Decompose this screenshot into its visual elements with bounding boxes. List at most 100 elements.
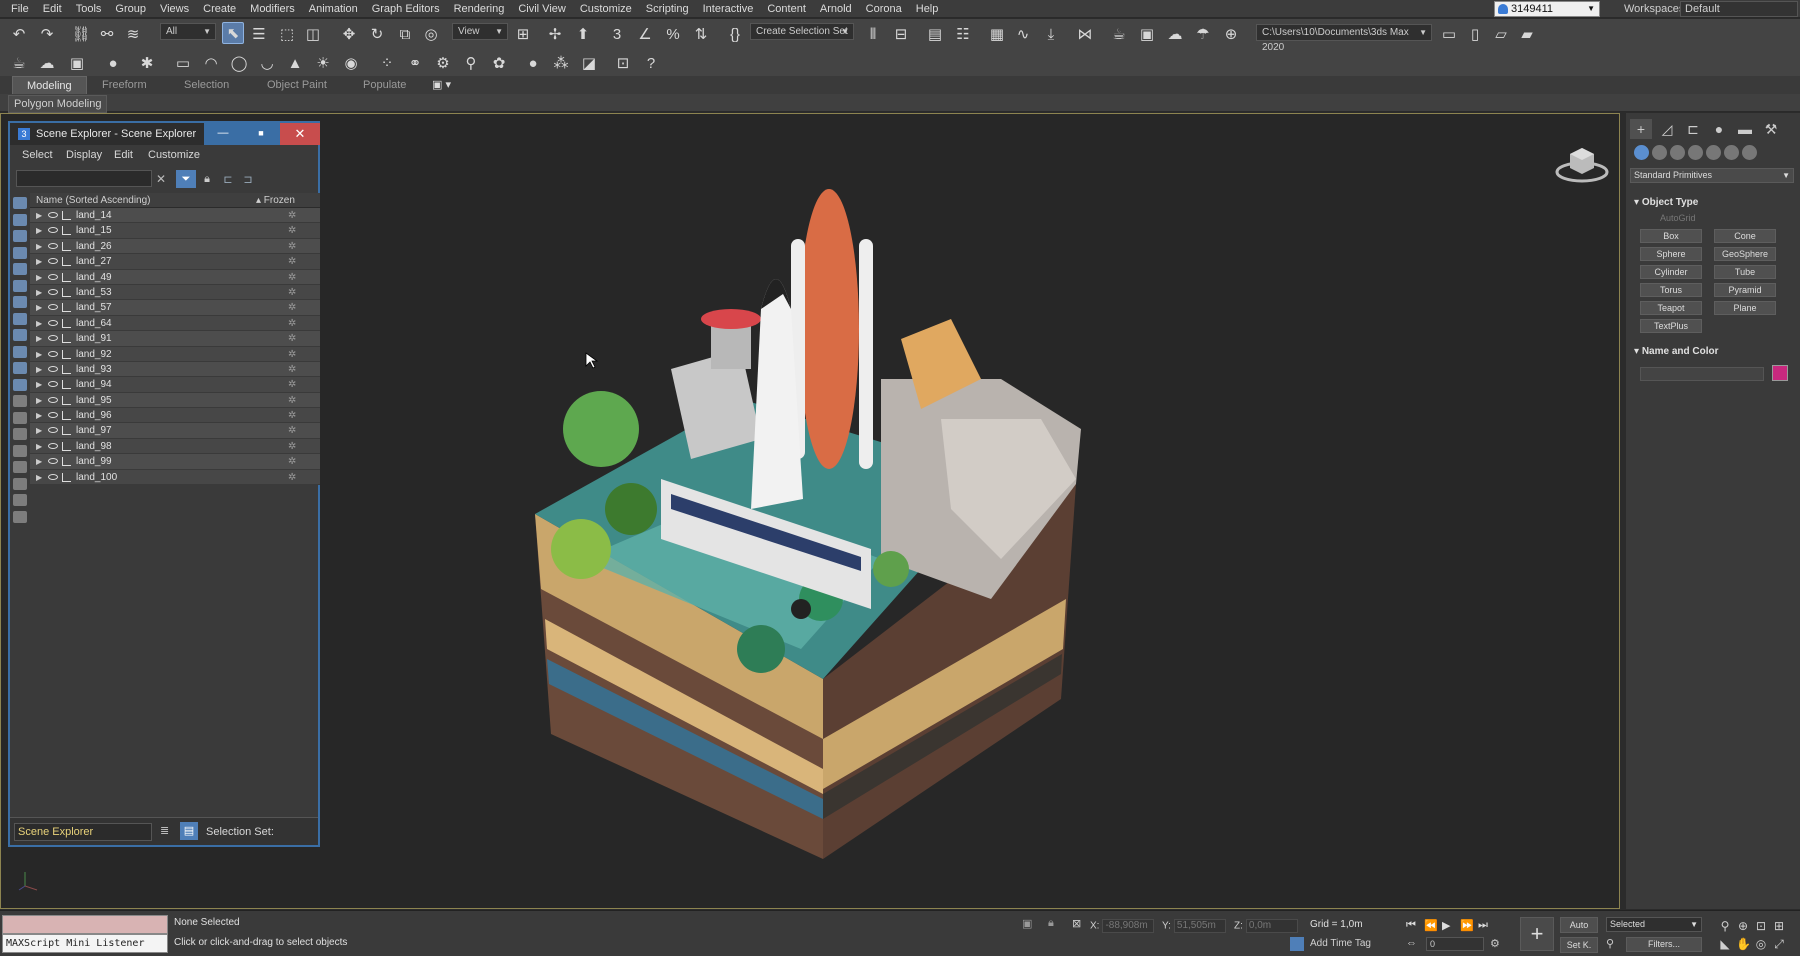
light-bulb-icon[interactable]: ● — [102, 52, 124, 74]
add-time-tag[interactable]: Add Time Tag — [1310, 938, 1371, 949]
proxy-icon[interactable]: ⚭ — [404, 52, 426, 74]
teapot-icon[interactable]: ☕ — [8, 52, 30, 74]
list-item[interactable]: ▶ land_98 ✲ — [30, 438, 320, 455]
pyramid-button[interactable]: Pyramid — [1714, 283, 1776, 297]
project-settings-icon[interactable]: ▱ — [1490, 23, 1512, 45]
menu-file[interactable]: File — [4, 0, 36, 18]
frozen-toggle-icon[interactable]: ✲ — [288, 377, 296, 392]
visibility-eye-icon[interactable] — [48, 458, 58, 465]
frozen-toggle-icon[interactable]: ✲ — [288, 270, 296, 285]
material-ball-icon[interactable]: ● — [522, 52, 544, 74]
expand-icon[interactable]: ▶ — [36, 347, 42, 362]
edit-named-selection-icon[interactable]: {} — [724, 23, 746, 45]
systems-category-icon[interactable] — [1742, 145, 1757, 160]
pivot-center-icon[interactable]: ⊞ — [512, 23, 534, 45]
menu-edit[interactable]: Edit — [114, 145, 133, 165]
selection-filter-dropdown[interactable]: All ▼ — [160, 23, 216, 40]
sphere-primitive-icon[interactable]: ◯ — [228, 52, 250, 74]
scene-explorer-toggle-icon[interactable]: ▤ — [924, 23, 946, 45]
layers-icon[interactable]: ≣ — [160, 824, 169, 837]
teapot-button[interactable]: Teapot — [1640, 301, 1702, 315]
expand-icon[interactable]: ▶ — [36, 423, 42, 438]
workspaces-dropdown[interactable]: Default — [1680, 1, 1798, 17]
orbit-icon[interactable]: ◎ — [1754, 937, 1768, 951]
menu-graph-editors[interactable]: Graph Editors — [365, 0, 447, 18]
scale-icon[interactable]: ⧉ — [394, 23, 416, 45]
filter-geometry-icon[interactable] — [13, 197, 27, 209]
multi-material-icon[interactable]: ⁂ — [550, 52, 572, 74]
maximize-viewport-icon[interactable]: ⤢ — [1772, 937, 1786, 951]
x-field[interactable]: -88,908m — [1102, 919, 1155, 933]
object-type-rollout-title[interactable]: Object Type — [1634, 197, 1699, 208]
list-item[interactable]: ▶ land_100 ✲ — [30, 469, 320, 486]
named-selection-set-dropdown[interactable]: Create Selection Set ▼ — [750, 23, 854, 40]
expand-icon[interactable]: ▶ — [36, 285, 42, 300]
visibility-eye-icon[interactable] — [48, 335, 58, 342]
tab-object-paint[interactable]: Object Paint — [267, 76, 327, 94]
close-button[interactable]: ✕ — [280, 123, 320, 145]
visibility-eye-icon[interactable] — [48, 365, 58, 372]
snaps-toggle-icon[interactable]: 3 — [606, 23, 628, 45]
expand-icon[interactable]: ▶ — [36, 254, 42, 269]
spinner-snap-icon[interactable]: ⇅ — [690, 23, 712, 45]
expand-icon[interactable]: ▶ — [36, 393, 42, 408]
window-crossing-icon[interactable]: ◫ — [302, 23, 324, 45]
torus-button[interactable]: Torus — [1640, 283, 1702, 297]
geometry-category-icon[interactable] — [1634, 145, 1649, 160]
visibility-eye-icon[interactable] — [48, 288, 58, 295]
frozen-toggle-icon[interactable]: ✲ — [288, 454, 296, 469]
bind-spacewarp-icon[interactable]: ≋ — [122, 23, 144, 45]
schematic-view-icon[interactable]: ⋈ — [1074, 23, 1096, 45]
filter-cameras-icon[interactable] — [13, 246, 27, 259]
menu-help[interactable]: Help — [909, 0, 946, 18]
select-manipulate-icon[interactable]: ✢ — [544, 23, 566, 45]
time-config-icon[interactable]: ⚙ — [1490, 937, 1500, 950]
expand-icon[interactable]: ▶ — [36, 300, 42, 315]
expand-icon[interactable]: ▶ — [36, 454, 42, 469]
frozen-toggle-icon[interactable]: ✲ — [288, 331, 296, 346]
rectangular-selection-icon[interactable]: ⬚ — [276, 23, 298, 45]
go-to-end-icon[interactable]: ⏭ — [1478, 919, 1496, 932]
open-project-icon[interactable]: ▯ — [1464, 23, 1486, 45]
menu-civil-view[interactable]: Civil View — [511, 0, 572, 18]
filter-hidden-icon[interactable] — [13, 395, 27, 407]
expand-all-icon[interactable]: ⊐ — [238, 173, 258, 186]
render-production-icon[interactable]: ☁ — [1164, 23, 1186, 45]
motion-tab-icon[interactable]: ● — [1708, 119, 1730, 139]
list-item[interactable]: ▶ land_99 ✲ — [30, 454, 320, 470]
frozen-toggle-icon[interactable]: ✲ — [288, 470, 296, 485]
select-by-name-icon[interactable]: ☰ — [248, 23, 270, 45]
plane-button[interactable]: Plane — [1714, 301, 1776, 315]
visibility-eye-icon[interactable] — [48, 227, 58, 234]
primitive-category-dropdown[interactable]: Standard Primitives ▼ — [1630, 168, 1794, 183]
lights-category-icon[interactable] — [1670, 145, 1685, 160]
zoom-all-icon[interactable]: ⊕ — [1736, 919, 1750, 933]
visibility-eye-icon[interactable] — [48, 273, 58, 280]
expand-icon[interactable]: ▶ — [36, 331, 42, 346]
pan-icon[interactable]: ✋ — [1736, 937, 1751, 951]
cylinder-button[interactable]: Cylinder — [1640, 265, 1702, 279]
scene-explorer-titlebar[interactable]: 3 Scene Explorer - Scene Explorer — ■ ✕ — [10, 123, 320, 145]
filter-frozen-icon[interactable] — [13, 378, 27, 391]
ribbon-toggle-icon[interactable]: ▦ — [986, 23, 1008, 45]
visibility-eye-icon[interactable] — [48, 412, 58, 419]
menu-display[interactable]: Display — [66, 145, 102, 165]
list-item[interactable]: ▶ land_91 ✲ — [30, 331, 320, 347]
reference-coordinate-dropdown[interactable]: View ▼ — [452, 23, 508, 40]
menu-interactive[interactable]: Interactive — [696, 0, 761, 18]
selection-lock-icon[interactable]: 🔒︎ — [1048, 917, 1054, 930]
go-to-start-icon[interactable]: ⏮ — [1406, 919, 1424, 932]
list-item[interactable]: ▶ land_53 ✲ — [30, 284, 320, 301]
render-frame-icon[interactable]: ◪ — [578, 52, 600, 74]
sphere-button[interactable]: Sphere — [1640, 247, 1702, 261]
absolute-mode-icon[interactable]: ⊠ — [1072, 917, 1081, 930]
curve-editor-icon[interactable]: ∿ — [1012, 23, 1034, 45]
list-item[interactable]: ▶ land_96 ✲ — [30, 408, 320, 424]
expand-icon[interactable]: ▶ — [36, 362, 42, 377]
frozen-toggle-icon[interactable]: ✲ — [288, 393, 296, 408]
mirror-icon[interactable]: ⫴ — [862, 23, 884, 45]
menu-content[interactable]: Content — [760, 0, 813, 18]
visibility-eye-icon[interactable] — [48, 304, 58, 311]
cone-primitive-icon[interactable]: ▲ — [284, 52, 306, 74]
sky-icon[interactable]: ◉ — [340, 52, 362, 74]
